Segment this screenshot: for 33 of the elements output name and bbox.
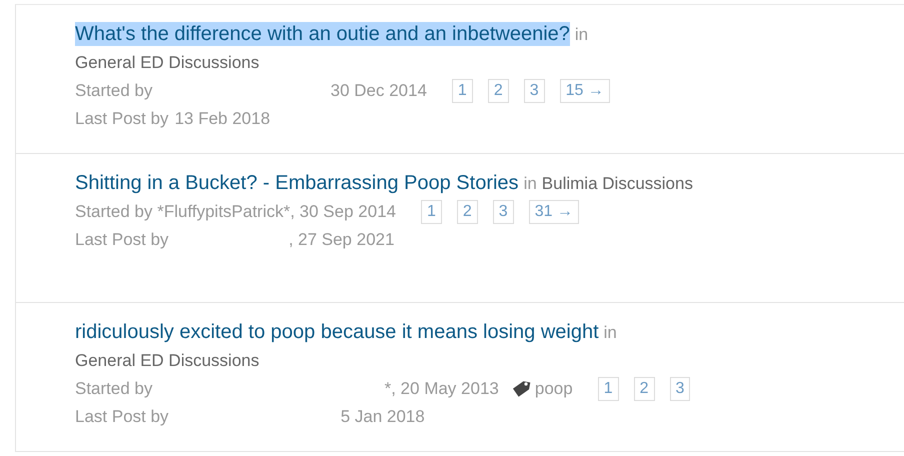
forum-link[interactable]: General ED Discussions bbox=[75, 347, 260, 375]
page-link[interactable]: 1 bbox=[452, 79, 473, 103]
last-post-text: 13 Feb 2018 bbox=[174, 109, 270, 129]
in-label: in bbox=[574, 24, 588, 46]
page-link[interactable]: 2 bbox=[488, 79, 509, 103]
page-link[interactable]: 2 bbox=[456, 200, 478, 224]
tag-link[interactable]: poop bbox=[534, 379, 573, 399]
page-link[interactable]: 3 bbox=[492, 200, 514, 224]
started-by-text: Started by *FluffypitsPatrick*, 30 Sep 2014 bbox=[75, 202, 396, 222]
last-post-text: 5 Jan 2018 bbox=[340, 407, 425, 427]
page-link[interactable]: 1 bbox=[420, 200, 442, 224]
thread-title-link[interactable]: ridiculously excited to poop because it means losing weight bbox=[75, 320, 599, 344]
page-link[interactable]: 2 bbox=[634, 377, 654, 401]
last-post-text: , 27 Sep 2021 bbox=[288, 230, 394, 250]
thread-title-link[interactable]: Shitting in a Bucket? - Embarrassing Poop Stories bbox=[75, 171, 519, 195]
page-link[interactable]: 3 bbox=[524, 79, 545, 103]
page-link[interactable]: 31 → bbox=[528, 200, 579, 224]
started-by-text: Started by bbox=[75, 379, 152, 399]
page-link[interactable]: 3 bbox=[670, 377, 690, 401]
thread-title-link[interactable]: What's the difference with an outie and an inbetweenie? bbox=[75, 22, 570, 46]
in-label: in bbox=[604, 322, 617, 344]
page-link[interactable]: 15 → bbox=[560, 79, 610, 103]
forum-link[interactable]: General ED Discussions bbox=[75, 49, 260, 77]
started-by-text: Started by bbox=[75, 81, 152, 101]
started-by-text: *, 20 May 2013 bbox=[384, 379, 499, 399]
last-post-text: Last Post by bbox=[75, 109, 169, 129]
last-post-text: Last Post by bbox=[75, 230, 169, 250]
tag-icon bbox=[510, 379, 531, 399]
started-by-text: 30 Dec 2014 bbox=[330, 81, 427, 101]
in-label: in bbox=[524, 173, 537, 195]
forum-link[interactable]: Bulimia Discussions bbox=[542, 170, 693, 198]
page-link[interactable]: 1 bbox=[598, 377, 619, 401]
last-post-text: Last Post by bbox=[75, 407, 169, 427]
